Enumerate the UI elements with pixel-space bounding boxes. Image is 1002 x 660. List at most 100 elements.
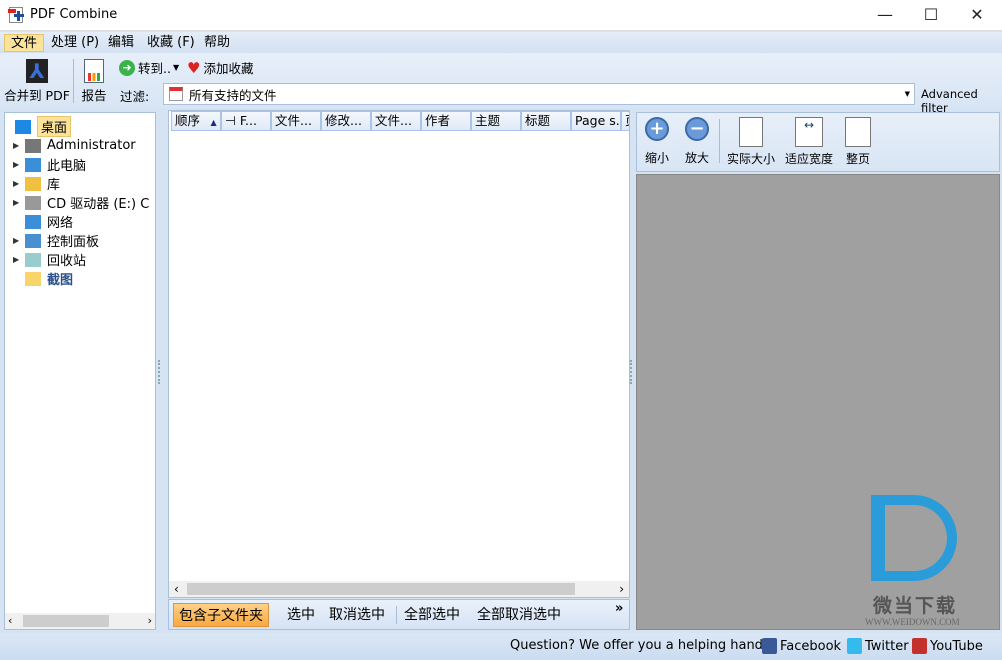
file-actions-bar: 包含子文件夹 选中 取消选中 全部选中 全部取消选中 » (168, 599, 630, 630)
zoom-in-label: 放大 (685, 151, 710, 165)
splitter-handle[interactable] (158, 360, 162, 384)
menu-edit[interactable]: 编辑 (102, 34, 140, 52)
app-icon (8, 7, 24, 23)
folder-tree: 桌面 ▶ Administrator ▶ 此电脑 ▶ 库 ▶ CD 驱动器 (E:) C 网络 ▶ 控… (4, 112, 156, 630)
expand-arrow-icon[interactable]: ▶ (13, 255, 23, 264)
tree-item[interactable]: 网络 (13, 212, 73, 231)
column-header-label: 文件... (275, 113, 312, 128)
select-all-button[interactable]: 全部选中 (399, 603, 465, 627)
column-header[interactable]: Page s... (571, 111, 621, 131)
expand-arrow-icon[interactable]: ▶ (13, 160, 23, 169)
column-header[interactable]: 文件... (271, 111, 321, 131)
combine-pdf-button[interactable]: ⅄ 合并到 PDF (4, 59, 70, 105)
tree-item[interactable]: ▶ Administrator (13, 136, 136, 155)
zoom-out-button[interactable]: + 缩小 (645, 117, 669, 166)
tree-item[interactable]: ▶ 回收站 (13, 250, 86, 269)
tree-item[interactable]: 截图 (13, 269, 73, 288)
chevron-down-icon: ▼ (904, 90, 910, 98)
column-header[interactable]: 顺序 ▲ (171, 111, 221, 131)
fit-width-button[interactable]: ↔ 适应宽度 (785, 117, 833, 167)
tree-item[interactable]: ▶ CD 驱动器 (E:) C (13, 193, 149, 212)
youtube-link[interactable]: YouTube (912, 638, 983, 654)
tree-item-label: 库 (47, 178, 61, 193)
tree-item[interactable]: ▶ 库 (13, 174, 60, 193)
minimize-button[interactable]: — (862, 0, 908, 30)
user-icon (25, 138, 41, 153)
advanced-filter-link[interactable]: Advanced filter (921, 87, 1002, 115)
tree-item[interactable]: ▶ 控制面板 (13, 231, 99, 250)
close-button[interactable]: ✕ (954, 0, 1000, 30)
report-icon (84, 59, 104, 83)
column-header-label: 标题 (525, 113, 551, 128)
expand-arrow-icon[interactable]: ▶ (13, 179, 23, 188)
watermark-url: WWW.WEIDOWN.COM (865, 617, 960, 627)
tree-item[interactable]: ▶ 此电脑 (13, 155, 86, 174)
add-favorite-button[interactable]: ♥ 添加收藏 (187, 58, 253, 77)
column-header-label: 主题 (475, 113, 501, 128)
control-panel-icon (25, 233, 41, 248)
tree-item-label: 桌面 (37, 116, 72, 137)
column-header[interactable]: 作者 (421, 111, 471, 131)
menu-help[interactable]: 帮助 (198, 34, 236, 52)
column-header[interactable]: 页 (621, 111, 629, 131)
youtube-icon (912, 638, 927, 654)
column-header[interactable]: 主题 (471, 111, 521, 131)
tree-item-label: 回收站 (47, 254, 87, 269)
twitter-label: Twitter (865, 638, 909, 654)
filter-select[interactable]: 所有支持的文件 ▼ (163, 83, 915, 105)
column-header-label: 顺序 (175, 113, 201, 128)
facebook-icon (762, 638, 777, 654)
chevron-down-icon: ▼ (172, 63, 180, 72)
watermark-text: 微当下载 (873, 595, 958, 617)
preview-toolbar: + 缩小 − 放大 实际大小 ↔ 适应宽度 整页 (636, 112, 1000, 172)
tree-horizontal-scrollbar[interactable]: ‹ › (5, 613, 155, 629)
heart-plus-icon: ♥ (187, 58, 201, 77)
column-header[interactable]: 修改... (321, 111, 371, 131)
deselect-all-button[interactable]: 全部取消选中 (472, 603, 566, 627)
goto-button[interactable]: ➜ 转到.. ▼ (119, 58, 179, 77)
full-page-button[interactable]: 整页 (845, 117, 871, 167)
splitter-handle[interactable] (630, 360, 634, 384)
twitter-icon (847, 638, 862, 654)
column-header[interactable]: ⊣ F... (221, 111, 271, 131)
menu-favorites[interactable]: 收藏 (F) (141, 34, 201, 52)
computer-icon (25, 157, 41, 172)
recycle-bin-icon (25, 252, 41, 267)
expand-arrow-icon[interactable]: ▶ (13, 141, 23, 150)
column-header-label: 页 (625, 113, 629, 128)
maximize-button[interactable]: ☐ (908, 0, 954, 30)
sort-ascending-icon: ▲ (208, 118, 217, 127)
file-list: 顺序 ▲⊣ F...文件...修改...文件...作者主题标题Page s...… (168, 110, 630, 598)
expand-arrow-icon[interactable]: ▶ (13, 236, 23, 245)
add-favorite-label: 添加收藏 (203, 61, 254, 76)
twitter-link[interactable]: Twitter (847, 638, 909, 654)
expand-arrow-icon[interactable]: ▶ (13, 198, 23, 207)
folder-icon (25, 271, 41, 286)
deselect-button[interactable]: 取消选中 (324, 603, 390, 627)
file-list-horizontal-scrollbar[interactable]: ‹ › (169, 581, 629, 597)
select-button[interactable]: 选中 (282, 603, 320, 627)
tree-item-label: 网络 (47, 216, 74, 231)
pdf-file-icon (169, 87, 183, 101)
actual-size-button[interactable]: 实际大小 (727, 117, 775, 167)
more-button[interactable]: » (615, 601, 623, 616)
column-header[interactable]: 文件... (371, 111, 421, 131)
tree-item[interactable]: 桌面 (13, 116, 72, 137)
report-button[interactable]: 报告 (78, 59, 110, 105)
include-subfolders-button[interactable]: 包含子文件夹 (173, 603, 269, 627)
tree-item-label: 截图 (47, 273, 74, 288)
zoom-out-label: 缩小 (645, 151, 670, 165)
report-label: 报告 (81, 88, 107, 103)
filter-value: 所有支持的文件 (189, 87, 277, 103)
column-header[interactable]: 标题 (521, 111, 571, 131)
menu-bar: 文件 处理 (P) 编辑 收藏 (F) 帮助 (0, 32, 1002, 53)
zoom-in-icon: − (685, 117, 709, 141)
fit-width-icon: ↔ (795, 117, 823, 147)
menu-process[interactable]: 处理 (P) (45, 34, 105, 52)
acrobat-icon: ⅄ (26, 59, 48, 83)
full-page-label: 整页 (845, 152, 870, 166)
menu-file[interactable]: 文件 (4, 34, 45, 52)
zoom-in-button[interactable]: − 放大 (685, 117, 709, 166)
goto-label: 转到.. (138, 61, 171, 76)
facebook-link[interactable]: Facebook (762, 638, 841, 654)
